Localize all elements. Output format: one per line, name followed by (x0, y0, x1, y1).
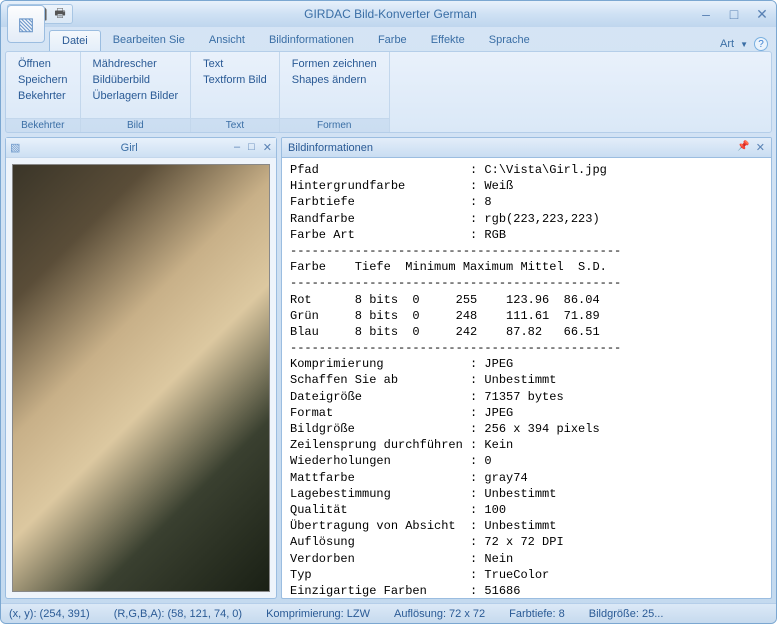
ribbon-item-mähdrescher[interactable]: Mähdrescher (89, 56, 183, 72)
ribbon-group-label: Formen (280, 118, 389, 132)
ribbon-item-textform-bild[interactable]: Textform Bild (199, 72, 271, 88)
chevron-down-icon: ▼ (740, 40, 748, 49)
window-title: GIRDAC Bild-Konverter German (83, 7, 698, 21)
help-icon[interactable]: ? (754, 37, 768, 51)
child-window-title: Girl (24, 142, 234, 154)
status-rgba: (R,G,B,A): (58, 121, 74, 0) (114, 608, 242, 620)
panel-close-icon[interactable]: ✕ (756, 141, 765, 154)
child-close-button[interactable]: ✕ (263, 141, 272, 154)
info-panel-body[interactable]: Pfad : C:\Vista\Girl.jpg Hintergrundfarb… (282, 158, 771, 598)
left-pane: ▧ Girl – □ ✕ (5, 137, 277, 599)
app-window: 📂 💾 🖶 GIRDAC Bild-Konverter German – □ ✕… (0, 0, 777, 624)
pin-icon[interactable]: 📌 (737, 141, 749, 154)
image-content (12, 164, 270, 592)
ribbon-item-überlagern-bilder[interactable]: Überlagern Bilder (89, 88, 183, 104)
image-viewport[interactable] (6, 158, 276, 598)
print-icon[interactable]: 🖶 (52, 6, 68, 22)
ribbon-group-label: Bild (81, 118, 191, 132)
minimize-button[interactable]: – (698, 6, 714, 23)
status-size: Bildgröße: 25... (589, 608, 664, 620)
status-resolution: Auflösung: 72 x 72 (394, 608, 485, 620)
child-maximize-button[interactable]: □ (248, 141, 255, 154)
ribbon-group-bekehrter: ÖffnenSpeichernBekehrterBekehrter (6, 52, 81, 132)
tab-datei[interactable]: Datei (49, 30, 101, 51)
ribbon-item-bildüberbild[interactable]: Bildüberbild (89, 72, 183, 88)
ribbon-item-öffnen[interactable]: Öffnen (14, 56, 72, 72)
ribbon: ÖffnenSpeichernBekehrterBekehrterMähdres… (5, 51, 772, 133)
window-controls: – □ ✕ (698, 6, 770, 23)
app-menu-button[interactable]: ▧ (7, 5, 45, 43)
info-panel: Bildinformationen 📌 ✕ Pfad : C:\Vista\Gi… (281, 137, 772, 599)
info-panel-header: Bildinformationen 📌 ✕ (282, 138, 771, 158)
ribbon-right: Art ▼ ? (720, 37, 768, 51)
ribbon-group-formen: Formen zeichnenShapes ändern Formen (280, 52, 390, 132)
ribbon-item-speichern[interactable]: Speichern (14, 72, 72, 88)
info-panel-title: Bildinformationen (288, 142, 737, 154)
status-xy: (x, y): (254, 391) (9, 608, 90, 620)
ribbon-item-shapes-ändern[interactable]: Shapes ändern (288, 72, 381, 88)
status-depth: Farbtiefe: 8 (509, 608, 565, 620)
maximize-button[interactable]: □ (726, 6, 742, 23)
ribbon-group-bild: MähdrescherBildüberbildÜberlagern Bilder… (81, 52, 192, 132)
child-titlebar: ▧ Girl – □ ✕ (6, 138, 276, 158)
ribbon-group-text: TextTextform BildText (191, 52, 280, 132)
titlebar: 📂 💾 🖶 GIRDAC Bild-Konverter German – □ ✕ (1, 1, 776, 27)
image-child-window: ▧ Girl – □ ✕ (5, 137, 277, 599)
ribbon-tabs: ▧ DateiBearbeiten SieAnsichtBildinformat… (1, 27, 776, 51)
image-icon: ▧ (10, 141, 20, 154)
child-minimize-button[interactable]: – (234, 141, 240, 154)
tab-effekte[interactable]: Effekte (419, 30, 477, 51)
tab-bearbeiten-sie[interactable]: Bearbeiten Sie (101, 30, 197, 51)
workspace: ▧ Girl – □ ✕ Bildinformationen 📌 (5, 137, 772, 599)
tab-farbe[interactable]: Farbe (366, 30, 419, 51)
tab-ansicht[interactable]: Ansicht (197, 30, 257, 51)
ribbon-group-label: Text (191, 118, 279, 132)
status-compression: Komprimierung: LZW (266, 608, 370, 620)
statusbar: (x, y): (254, 391) (R,G,B,A): (58, 121, … (1, 603, 776, 623)
art-dropdown[interactable]: Art (720, 38, 734, 50)
ribbon-item-bekehrter[interactable]: Bekehrter (14, 88, 72, 104)
tab-bildinformationen[interactable]: Bildinformationen (257, 30, 366, 51)
close-button[interactable]: ✕ (754, 6, 770, 23)
ribbon-group-label: Bekehrter (6, 118, 80, 132)
ribbon-item-text[interactable]: Text (199, 56, 271, 72)
ribbon-item-formen-zeichnen[interactable]: Formen zeichnen (288, 56, 381, 72)
image-icon: ▧ (17, 14, 34, 35)
tab-sprache[interactable]: Sprache (477, 30, 542, 51)
